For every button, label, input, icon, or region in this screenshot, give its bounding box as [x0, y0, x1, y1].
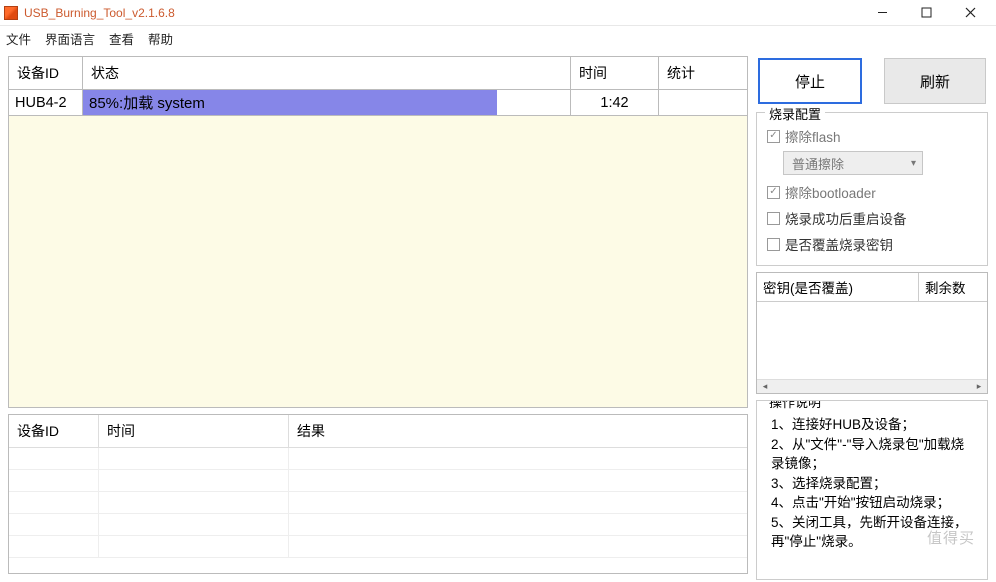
log-row: [9, 536, 747, 558]
device-row[interactable]: HUB4-2 85%:加载 system 1:42: [9, 90, 747, 116]
menu-language[interactable]: 界面语言: [45, 29, 95, 48]
menu-view[interactable]: 查看: [109, 29, 134, 48]
menu-file[interactable]: 文件: [6, 29, 31, 48]
window-controls: [860, 0, 992, 26]
instructions-body: 1、连接好HUB及设备； 2、从"文件"-"导入烧录包"加载烧录镜像； 3、选择…: [765, 411, 979, 552]
key-table-body: [757, 302, 987, 379]
checkbox-icon: [767, 130, 780, 143]
cell-stats: [659, 90, 747, 116]
log-row: [9, 470, 747, 492]
scroll-left-icon[interactable]: ◂: [757, 380, 773, 394]
burn-config-title: 烧录配置: [765, 104, 825, 123]
stop-button[interactable]: 停止: [758, 58, 862, 104]
header-time[interactable]: 时间: [571, 57, 659, 90]
right-column: 停止 刷新 烧录配置 擦除flash 普通擦除 ▾ 擦除bootloader 烧…: [756, 56, 988, 580]
minimize-button[interactable]: [860, 0, 904, 26]
key-header-name[interactable]: 密钥(是否覆盖): [757, 273, 919, 301]
main-area: 设备ID 状态 时间 统计 HUB4-2 85%:加载 system 1:42: [0, 50, 996, 582]
titlebar: USB_Burning_Tool_v2.1.6.8: [0, 0, 996, 26]
log-header-id[interactable]: 设备ID: [9, 415, 99, 448]
log-header-time[interactable]: 时间: [99, 415, 289, 448]
checkbox-icon: [767, 186, 780, 199]
log-table-header: 设备ID 时间 结果: [9, 415, 747, 448]
erase-mode-dropdown[interactable]: 普通擦除 ▾: [783, 151, 923, 175]
instructions-title: 操作说明: [765, 400, 825, 411]
log-table-body: [9, 448, 747, 573]
menubar: 文件 界面语言 查看 帮助: [0, 26, 996, 50]
burn-config-group: 烧录配置 擦除flash 普通擦除 ▾ 擦除bootloader 烧录成功后重启…: [756, 112, 988, 266]
device-table: 设备ID 状态 时间 统计 HUB4-2 85%:加载 system 1:42: [8, 56, 748, 408]
key-table: 密钥(是否覆盖) 剩余数 ◂ ▸: [756, 272, 988, 394]
device-table-body: HUB4-2 85%:加载 system 1:42: [9, 90, 747, 407]
erase-mode-value: 普通擦除: [792, 154, 844, 173]
app-icon: [4, 6, 18, 20]
refresh-button[interactable]: 刷新: [884, 58, 986, 104]
chevron-down-icon: ▾: [911, 158, 916, 169]
log-header-result[interactable]: 结果: [289, 415, 747, 448]
close-icon: [965, 7, 976, 18]
header-status[interactable]: 状态: [83, 57, 571, 90]
header-device-id[interactable]: 设备ID: [9, 57, 83, 90]
cell-time: 1:42: [571, 90, 659, 116]
cell-device-id: HUB4-2: [9, 90, 83, 116]
overwrite-key-label: 是否覆盖烧录密钥: [785, 234, 893, 254]
key-scrollbar[interactable]: ◂ ▸: [757, 379, 987, 393]
window-title: USB_Burning_Tool_v2.1.6.8: [24, 6, 860, 20]
checkbox-icon: [767, 238, 780, 251]
erase-bootloader-option[interactable]: 擦除bootloader: [765, 179, 979, 205]
scroll-right-icon[interactable]: ▸: [971, 380, 987, 394]
checkbox-icon: [767, 212, 780, 225]
instruction-line: 2、从"文件"-"导入烧录包"加载烧录镜像；: [771, 435, 973, 474]
log-table: 设备ID 时间 结果: [8, 414, 748, 574]
instruction-line: 3、选择烧录配置；: [771, 474, 973, 494]
overwrite-key-option[interactable]: 是否覆盖烧录密钥: [765, 231, 979, 257]
minimize-icon: [877, 7, 888, 18]
status-text: 85%:加载 system: [83, 92, 205, 113]
instructions-group: 操作说明 1、连接好HUB及设备； 2、从"文件"-"导入烧录包"加载烧录镜像；…: [756, 400, 988, 580]
log-row: [9, 448, 747, 470]
header-stats[interactable]: 统计: [659, 57, 747, 90]
log-row: [9, 492, 747, 514]
erase-bootloader-label: 擦除bootloader: [785, 182, 876, 202]
instruction-line: 5、关闭工具，先断开设备连接，再"停止"烧录。: [771, 513, 973, 552]
cell-status: 85%:加载 system: [83, 90, 571, 116]
erase-flash-label: 擦除flash: [785, 126, 841, 146]
key-header-remain[interactable]: 剩余数: [919, 273, 987, 301]
instruction-line: 4、点击"开始"按钮启动烧录；: [771, 493, 973, 513]
maximize-button[interactable]: [904, 0, 948, 26]
log-row: [9, 514, 747, 536]
reboot-after-option[interactable]: 烧录成功后重启设备: [765, 205, 979, 231]
maximize-icon: [921, 7, 932, 18]
left-column: 设备ID 状态 时间 统计 HUB4-2 85%:加载 system 1:42: [8, 56, 748, 580]
erase-flash-option[interactable]: 擦除flash: [765, 123, 979, 149]
key-table-header: 密钥(是否覆盖) 剩余数: [757, 273, 987, 302]
close-button[interactable]: [948, 0, 992, 26]
instruction-line: 1、连接好HUB及设备；: [771, 415, 973, 435]
reboot-after-label: 烧录成功后重启设备: [785, 208, 907, 228]
device-table-header: 设备ID 状态 时间 统计: [9, 57, 747, 90]
button-row: 停止 刷新: [756, 56, 988, 106]
menu-help[interactable]: 帮助: [148, 29, 173, 48]
